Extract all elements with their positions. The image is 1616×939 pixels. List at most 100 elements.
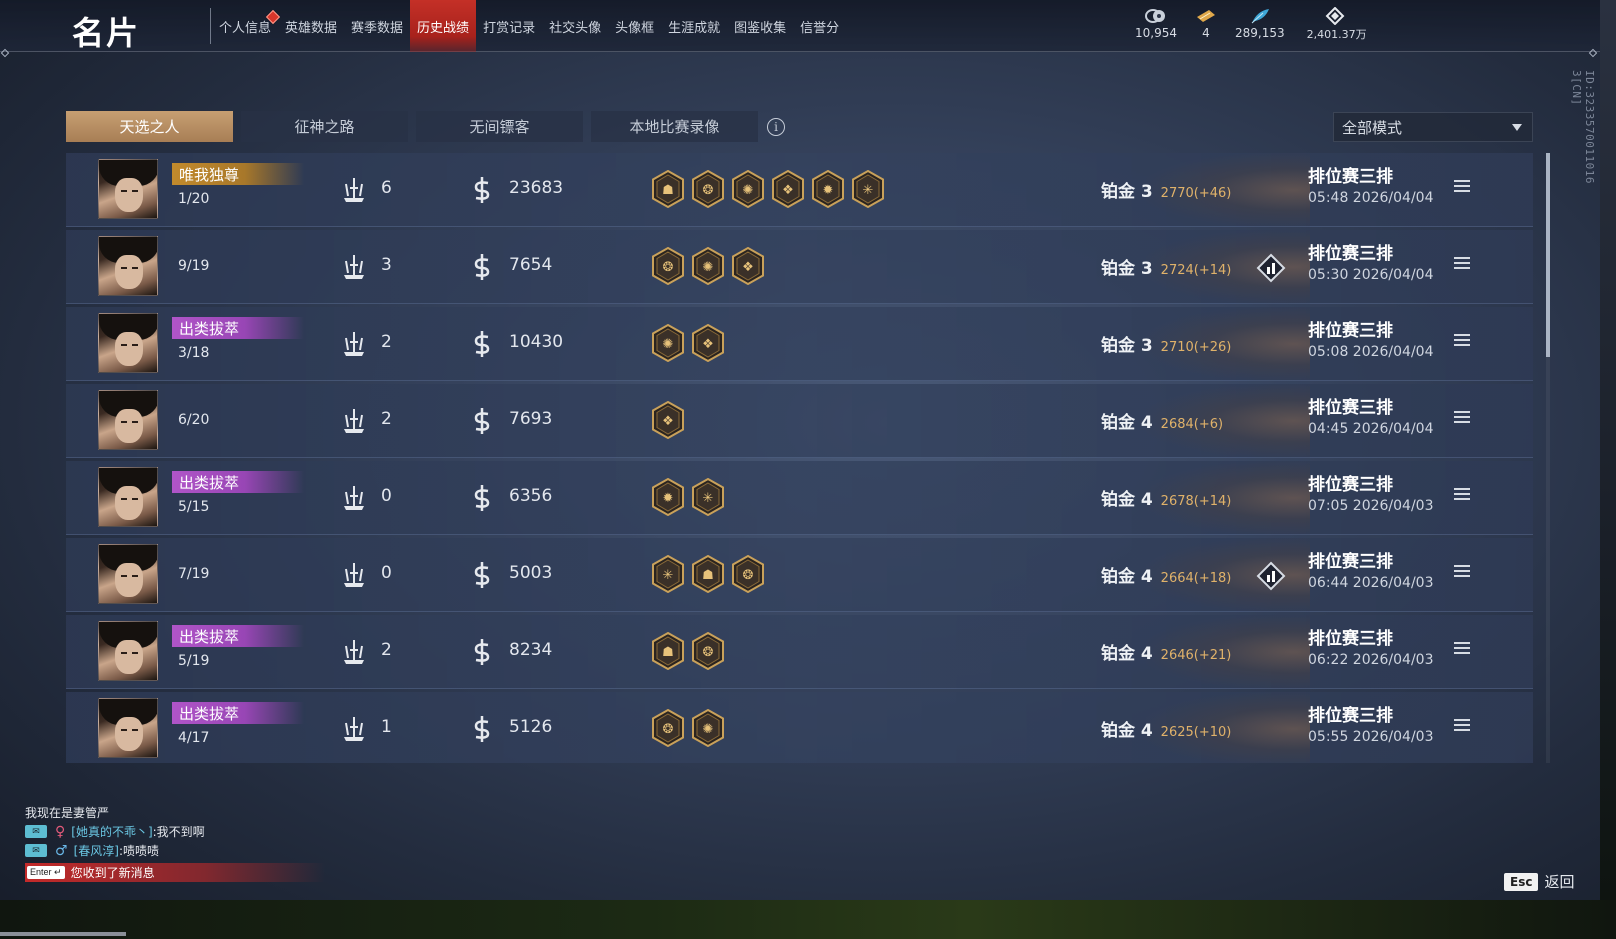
hero-avatar[interactable]	[98, 159, 158, 219]
nav-item-8[interactable]: 图鉴收集	[727, 0, 793, 52]
chat-sender[interactable]: [她真的不乖丶]	[71, 823, 152, 840]
hero-avatar[interactable]	[98, 544, 158, 604]
match-row[interactable]: 6/20 2 7693 ❖ 铂金 4 2684(+6) 排位赛三排 04:45 2026/0…	[66, 384, 1533, 458]
menu-icon[interactable]	[1454, 488, 1470, 502]
menu-icon[interactable]	[1454, 180, 1470, 194]
nav-item-7[interactable]: 生涯成就	[661, 0, 727, 52]
hero-avatar[interactable]	[98, 621, 158, 681]
achievement-badge-icon[interactable]: ❖	[771, 169, 805, 209]
tab-local-replay[interactable]: 本地比赛录像	[591, 111, 758, 142]
nav-item-3[interactable]: 历史战绩	[410, 0, 477, 52]
info-icon[interactable]: i	[767, 118, 785, 136]
match-row[interactable]: 9/19 3 7654 ❂ ✺ ❖ 铂金 3 2724(+14) 排位赛三排 05:30 202…	[66, 230, 1533, 304]
achievement-badge-icon[interactable]: ❂	[651, 708, 685, 748]
achievement-badge-icon[interactable]: ✳	[851, 169, 885, 209]
rank-points: 2646(+21)	[1160, 648, 1232, 663]
match-row[interactable]: 出类拔萃 5/15 0 6356 ✹ ✳ 铂金 4 2678(+14) 排位赛三排 07:05 …	[66, 461, 1533, 535]
nav-item-0[interactable]: 个人信息	[212, 0, 281, 52]
tab-chosen-one[interactable]: 天选之人	[66, 111, 233, 142]
match-time: 06:22 2026/04/03	[1308, 652, 1434, 668]
female-icon: ♀	[55, 823, 66, 840]
match-mode: 排位赛三排	[1308, 244, 1393, 264]
chat-panel: 我现在是妻管严 ✉ ♀ [她真的不乖丶] :我不到啊 ✉ ♂ [春风淳] :啧啧…	[25, 795, 345, 882]
match-mode: 排位赛三排	[1308, 629, 1393, 649]
achievement-badge-icon[interactable]: ❂	[731, 554, 765, 594]
mode-dropdown[interactable]: 全部模式	[1333, 112, 1533, 142]
menu-icon[interactable]	[1454, 642, 1470, 656]
achievement-badge-icon[interactable]: ✹	[811, 169, 845, 209]
enter-key-hint: Enter ↵	[27, 866, 65, 879]
hero-avatar[interactable]	[98, 313, 158, 373]
male-icon: ♂	[55, 842, 68, 859]
achievement-badge-icon[interactable]: ✺	[731, 169, 765, 209]
kda-text: 9/19	[178, 258, 210, 274]
performance-title-badge: 出类拔萃	[172, 471, 304, 493]
nav-item-1[interactable]: 英雄数据	[278, 0, 344, 52]
achievement-badge-icon[interactable]: ☗	[651, 169, 685, 209]
new-message-notice[interactable]: Enter ↵ 您收到了新消息	[25, 863, 325, 882]
achievement-badge-icon[interactable]: ❖	[651, 400, 685, 440]
tab-god-road[interactable]: 征神之路	[241, 111, 408, 142]
horizontal-scrollbar[interactable]	[0, 932, 126, 936]
list-scrollbar[interactable]	[1546, 153, 1550, 763]
achievement-badge-icon[interactable]: ✳	[691, 477, 725, 517]
achievement-badge-icon[interactable]: ❖	[731, 246, 765, 286]
menu-icon[interactable]	[1454, 719, 1470, 733]
hero-avatar[interactable]	[98, 236, 158, 296]
nav-item-label: 信誉分	[800, 20, 840, 36]
match-row[interactable]: 7/19 0 5003 ✳ ☗ ❂ 铂金 4 2664(+18) 排位赛三排 06:44 202…	[66, 538, 1533, 612]
performance-title-badge: 唯我独尊	[172, 163, 304, 185]
match-row[interactable]: 出类拔萃 5/19 2 8234 ☗ ❂ 铂金 4 2646(+21) 排位赛三排 06:22 …	[66, 615, 1533, 689]
avatar-eye	[121, 575, 127, 577]
achievement-badge-icon[interactable]: ✳	[651, 554, 685, 594]
nav-item-2[interactable]: 赛季数据	[344, 0, 410, 52]
currency-feather-value: 289,153	[1235, 26, 1285, 40]
chat-faded-line	[25, 795, 345, 803]
nav-item-6[interactable]: 头像框	[608, 0, 661, 52]
menu-icon[interactable]	[1454, 334, 1470, 348]
hero-avatar[interactable]	[98, 467, 158, 527]
match-row[interactable]: 唯我独尊 1/20 6 23683 ☗ ❂ ✺ ❖ ✹ ✳ 铂金 3 2770(+46) 排位赛三排 0…	[66, 153, 1533, 227]
achievement-badge-icon[interactable]: ❖	[691, 323, 725, 363]
svg-text:✺: ✺	[703, 260, 714, 275]
damage-icon	[471, 252, 493, 282]
match-row[interactable]: 出类拔萃 3/18 2 10430 ✺ ❖ 铂金 3 2710(+26) 排位赛三排 05:08…	[66, 307, 1533, 381]
achievement-badge-icon[interactable]: ✹	[651, 477, 685, 517]
achievement-badge-icon[interactable]: ✺	[691, 246, 725, 286]
main-nav: 个人信息 英雄数据 赛季数据 历史战绩 打赏记录 社交头像 头像框 生涯成就 图鉴收集 信誉分	[212, 0, 846, 52]
kills-trophy-icon	[341, 407, 367, 435]
achievement-badge-icon[interactable]: ☗	[651, 631, 685, 671]
chat-line: 我现在是妻管严	[25, 803, 345, 822]
nav-item-5[interactable]: 社交头像	[542, 0, 608, 52]
kda-text: 3/18	[178, 345, 210, 361]
kills-trophy-icon	[341, 330, 367, 358]
achievement-badge-icon[interactable]: ❂	[691, 631, 725, 671]
hero-avatar[interactable]	[98, 390, 158, 450]
achievement-badge-icon[interactable]: ✺	[691, 708, 725, 748]
damage-icon	[471, 483, 493, 513]
kda-text: 4/17	[178, 730, 210, 746]
rank-info: 铂金 4 2684(+6)	[1101, 408, 1223, 433]
list-scrollbar-thumb[interactable]	[1546, 153, 1550, 357]
tab-escort[interactable]: 无间镖客	[416, 111, 583, 142]
hero-avatar[interactable]	[98, 698, 158, 758]
damage-icon	[471, 714, 493, 744]
menu-icon[interactable]	[1454, 565, 1470, 579]
menu-icon[interactable]	[1454, 257, 1470, 271]
match-row[interactable]: 出类拔萃 4/17 1 5126 ❂ ✺ 铂金 4 2625(+10) 排位赛三排 05:55 …	[66, 692, 1533, 763]
kills-count: 1	[381, 717, 392, 737]
back-button[interactable]: Esc 返回	[1504, 871, 1574, 892]
achievement-badge-icon[interactable]: ☗	[691, 554, 725, 594]
chat-sender[interactable]: [春风淳]	[74, 842, 119, 859]
nav-item-9[interactable]: 信誉分	[793, 0, 846, 52]
rank-points: 2625(+10)	[1160, 725, 1232, 740]
achievement-badge-icon[interactable]: ❂	[691, 169, 725, 209]
nav-item-4[interactable]: 打赏记录	[476, 0, 542, 52]
achievement-badge-icon[interactable]: ✺	[651, 323, 685, 363]
nav-item-label: 英雄数据	[285, 20, 338, 36]
rank-info: 铂金 4 2625(+10)	[1101, 716, 1231, 741]
rank-info: 铂金 3 2770(+46)	[1101, 177, 1231, 202]
rank-info: 铂金 4 2664(+18)	[1101, 562, 1231, 587]
achievement-badge-icon[interactable]: ❂	[651, 246, 685, 286]
menu-icon[interactable]	[1454, 411, 1470, 425]
